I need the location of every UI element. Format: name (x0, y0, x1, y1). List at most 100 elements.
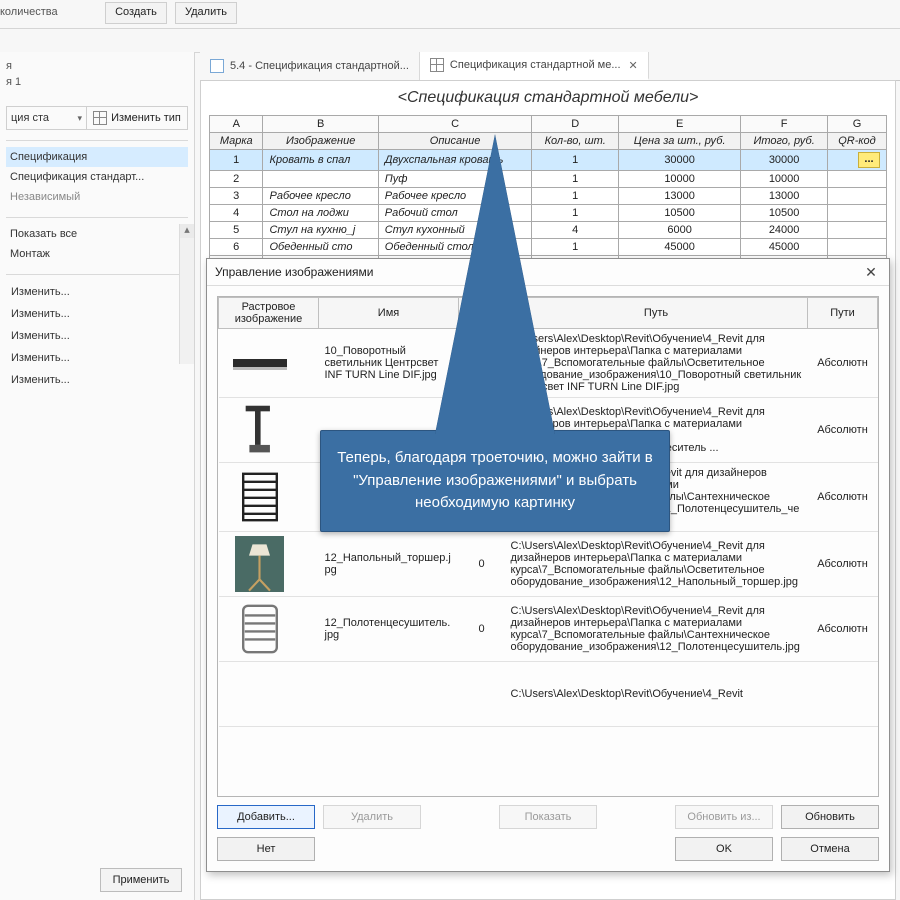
col-letter[interactable]: B (263, 116, 378, 133)
col-letter[interactable]: G (827, 116, 886, 133)
ribbon-strip: количества Создать Удалить (0, 0, 900, 53)
prop-show-all[interactable]: Показать все (6, 224, 188, 244)
cell[interactable]: 6 (210, 239, 263, 256)
image-row[interactable]: C:\Users\Alex\Desktop\Revit\Обучение\4_R… (219, 662, 878, 727)
thumbnail (225, 536, 295, 592)
col-header[interactable]: Изображение (263, 133, 378, 150)
image-pathtype: Абсолютн (808, 532, 878, 597)
cell[interactable]: 5 (210, 222, 263, 239)
scrollbar[interactable]: ▴ (179, 224, 194, 364)
th-raster[interactable]: Растровое изображение (219, 298, 319, 329)
callout-pointer-icon (435, 135, 555, 435)
cell[interactable] (263, 171, 378, 188)
cell[interactable]: Кровать в спал (263, 150, 378, 171)
qr-cell[interactable] (827, 222, 886, 239)
grid-icon (93, 111, 107, 125)
col-header[interactable]: Цена за шт., руб. (618, 133, 740, 150)
cell[interactable]: Стол на лоджи (263, 205, 378, 222)
image-row[interactable]: 12_Напольный_торшер.jpg0C:\Users\Alex\De… (219, 532, 878, 597)
cell[interactable]: 4 (210, 205, 263, 222)
prop-spec-std[interactable]: Спецификация стандарт... (6, 167, 188, 187)
no-button[interactable]: Нет (217, 837, 315, 861)
prop-montage[interactable]: Монтаж (6, 244, 188, 264)
edit-button[interactable]: Изменить... (6, 347, 188, 369)
schedule-icon (430, 58, 444, 72)
close-icon[interactable]: ✕ (861, 264, 881, 281)
image-pathtype (808, 662, 878, 727)
apply-button[interactable]: Применить (100, 868, 182, 892)
qr-cell[interactable] (827, 205, 886, 222)
col-letter[interactable]: D (532, 116, 619, 133)
cell[interactable]: 45000 (741, 239, 828, 256)
ellipsis-button[interactable]: ... (858, 152, 880, 168)
thumbnail (225, 469, 295, 525)
image-path: C:\Users\Alex\Desktop\Revit\Обучение\4_R… (505, 662, 808, 727)
document-icon (210, 59, 224, 73)
image-name: 12_Полотенцесушитель.jpg (319, 597, 459, 662)
tab-schedule[interactable]: Спецификация стандартной ме... ✕ (420, 52, 649, 80)
cell[interactable]: 30000 (618, 150, 740, 171)
edit-button: Изменить... (6, 369, 188, 391)
qr-cell[interactable] (827, 188, 886, 205)
delete-image-button: Удалить (323, 805, 421, 829)
tab-view-5-4[interactable]: 5.4 - Спецификация стандартной... (200, 52, 420, 80)
image-pathtype: Абсолютн (808, 597, 878, 662)
qr-cell[interactable]: ... (827, 150, 886, 171)
schedule-combo-value: ция ста (11, 107, 49, 129)
show-button: Показать (499, 805, 597, 829)
cell[interactable]: 3 (210, 188, 263, 205)
cell[interactable]: 30000 (741, 150, 828, 171)
col-letter[interactable]: C (378, 116, 532, 133)
schedule-combo[interactable]: ция ста ▾ (7, 107, 87, 129)
edit-button[interactable]: Изменить... (6, 325, 188, 347)
cell[interactable]: Стул на кухню_j (263, 222, 378, 239)
document-tabs: 5.4 - Спецификация стандартной... Специф… (200, 52, 900, 81)
col-letter[interactable]: E (618, 116, 740, 133)
prop-line-1: я (6, 58, 188, 74)
qr-cell[interactable] (827, 239, 886, 256)
cell[interactable]: 13000 (618, 188, 740, 205)
prop-indep: Независимый (6, 187, 188, 207)
cell[interactable]: 10000 (741, 171, 828, 188)
cancel-button[interactable]: Отмена (781, 837, 879, 861)
cell[interactable]: 10500 (741, 205, 828, 222)
close-icon[interactable]: ✕ (629, 59, 638, 72)
col-header[interactable]: Марка (210, 133, 263, 150)
prop-spec[interactable]: Спецификация (6, 147, 188, 167)
cell[interactable]: Обеденный сто (263, 239, 378, 256)
change-type-button[interactable]: Изменить тип (87, 107, 187, 129)
image-pathtype: Абсолютн (808, 463, 878, 532)
create-button[interactable]: Создать (105, 2, 167, 24)
th-pathtype[interactable]: Пути (808, 298, 878, 329)
scroll-up-icon[interactable]: ▴ (180, 224, 194, 238)
thumbnail (225, 601, 295, 657)
cell[interactable]: 13000 (741, 188, 828, 205)
col-letter[interactable]: A (210, 116, 263, 133)
cell[interactable]: 45000 (618, 239, 740, 256)
thumbnail (225, 335, 295, 391)
image-name (319, 662, 459, 727)
edit-button[interactable]: Изменить... (6, 281, 188, 303)
cell[interactable]: 6000 (618, 222, 740, 239)
cell[interactable]: 1 (210, 150, 263, 171)
image-count (459, 662, 505, 727)
qr-cell[interactable] (827, 171, 886, 188)
ok-button[interactable]: OK (675, 837, 773, 861)
image-name: 12_Напольный_торшер.jpg (319, 532, 459, 597)
reload-button[interactable]: Обновить (781, 805, 879, 829)
col-header[interactable]: Итого, руб. (741, 133, 828, 150)
image-count: 0 (459, 597, 505, 662)
col-header[interactable]: QR-код (827, 133, 886, 150)
edit-button-list: Изменить...Изменить...Изменить...Изменит… (6, 281, 188, 391)
col-letter[interactable]: F (741, 116, 828, 133)
prop-line-2: я 1 (6, 74, 188, 90)
add-button[interactable]: Добавить... (217, 805, 315, 829)
delete-button[interactable]: Удалить (175, 2, 237, 24)
cell[interactable]: 10500 (618, 205, 740, 222)
cell[interactable]: 10000 (618, 171, 740, 188)
cell[interactable]: Рабочее кресло (263, 188, 378, 205)
edit-button[interactable]: Изменить... (6, 303, 188, 325)
cell[interactable]: 2 (210, 171, 263, 188)
image-row[interactable]: 12_Полотенцесушитель.jpg0C:\Users\Alex\D… (219, 597, 878, 662)
cell[interactable]: 24000 (741, 222, 828, 239)
